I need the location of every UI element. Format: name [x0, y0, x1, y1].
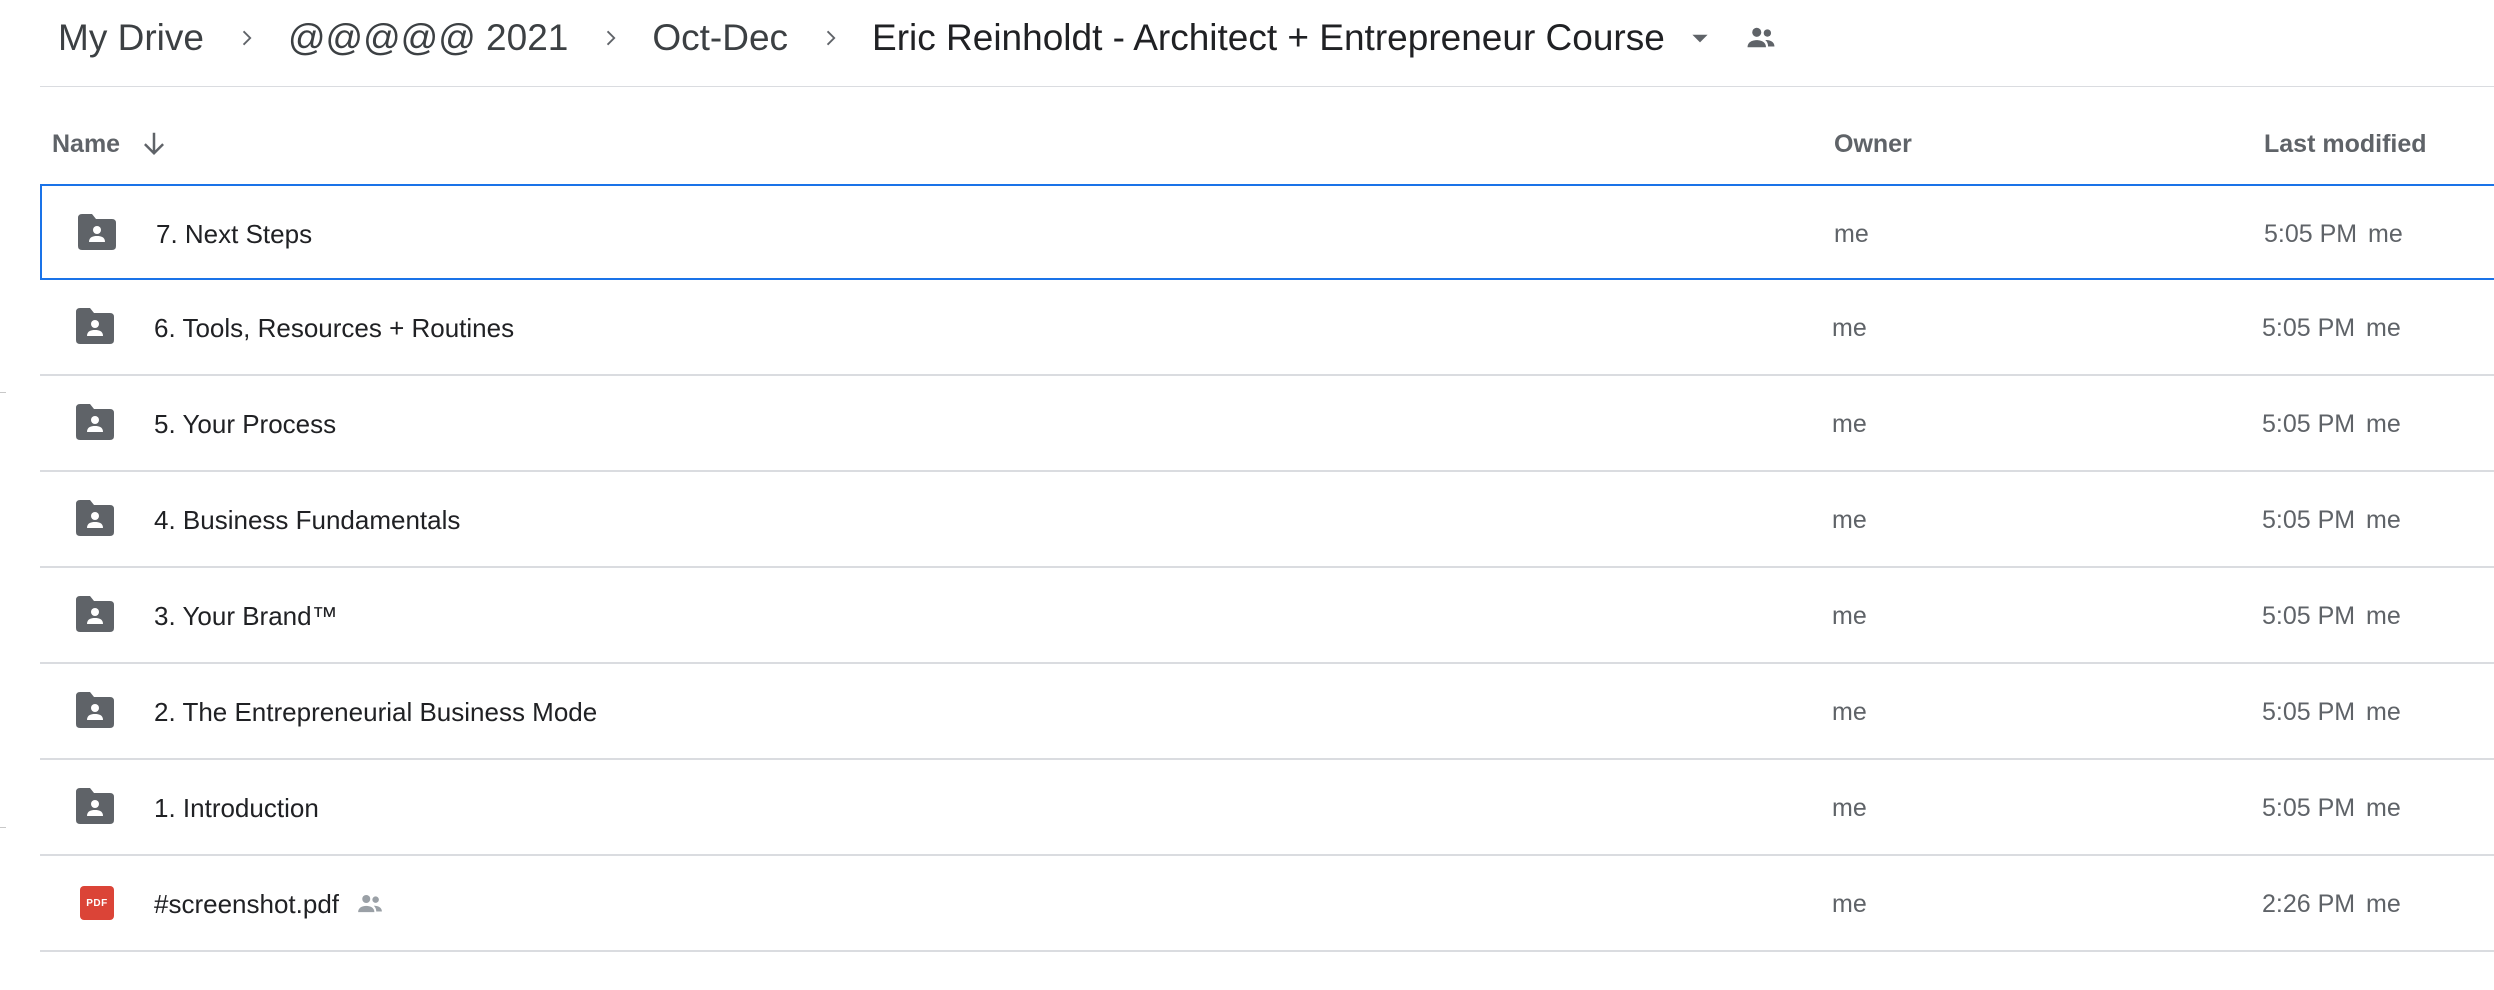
breadcrumb-quarter-folder[interactable]: Oct-Dec: [652, 8, 788, 68]
file-modified-by: me: [2366, 410, 2401, 438]
shared-folder-icon: [74, 500, 116, 536]
file-owner: me: [1834, 220, 1869, 248]
file-last-modified: 5:05 PM: [2262, 410, 2356, 438]
file-last-modified: 5:05 PM: [2262, 506, 2356, 534]
shared-folder-icon: [74, 788, 116, 824]
file-owner: me: [1832, 794, 1867, 822]
file-modified-by: me: [2366, 602, 2401, 630]
file-row-your-brand[interactable]: 3. Your Brand™ me 5:05 PM me: [40, 568, 2494, 664]
file-name: 5. Your Process: [154, 409, 337, 439]
file-row-introduction[interactable]: 1. Introduction me 5:05 PM me: [40, 760, 2494, 856]
file-owner: me: [1832, 506, 1867, 534]
arrow-down-icon[interactable]: [134, 124, 174, 164]
file-row-screenshot-pdf[interactable]: PDF #screenshot.pdf me 2:26 PM me: [40, 856, 2494, 952]
file-row-tools-resources[interactable]: 6. Tools, Resources + Routines me 5:05 P…: [40, 280, 2494, 376]
breadcrumb-my-drive[interactable]: My Drive: [58, 8, 204, 68]
breadcrumb: My Drive @@@@@ 2021 Oct-Dec Eric Reinhol…: [58, 8, 1789, 68]
file-name: 4. Business Fundamentals: [154, 505, 461, 535]
file-modified-by: me: [2366, 698, 2401, 726]
file-modified-by: me: [2366, 314, 2401, 342]
header-divider: [40, 86, 2494, 87]
drive-folder-view: My Drive @@@@@ 2021 Oct-Dec Eric Reinhol…: [0, 0, 2494, 990]
file-row-business-fundamentals[interactable]: 4. Business Fundamentals me 5:05 PM me: [40, 472, 2494, 568]
column-header-name[interactable]: Name: [52, 110, 174, 178]
file-owner: me: [1832, 602, 1867, 630]
file-modified-by: me: [2366, 506, 2401, 534]
column-header-owner[interactable]: Owner: [1834, 110, 1912, 178]
chevron-right-icon: [204, 8, 288, 68]
pdf-file-icon: PDF: [80, 886, 114, 920]
shared-folder-icon: [74, 692, 116, 728]
edge-mark: [0, 392, 6, 393]
file-last-modified: 5:05 PM: [2262, 314, 2356, 342]
file-name-container: #screenshot.pdf: [154, 856, 387, 952]
people-icon: [1733, 8, 1789, 68]
file-row-next-steps[interactable]: 7. Next Steps me 5:05 PM me: [40, 184, 2494, 280]
shared-folder-icon: [76, 214, 118, 250]
people-icon: [353, 887, 387, 921]
file-last-modified: 5:05 PM: [2262, 602, 2356, 630]
file-last-modified: 2:26 PM: [2262, 890, 2356, 918]
file-name: 1. Introduction: [154, 793, 319, 823]
file-owner: me: [1832, 410, 1867, 438]
file-list: 7. Next Steps me 5:05 PM me 6. Tools, Re…: [40, 184, 2494, 952]
caret-down-icon[interactable]: [1673, 8, 1727, 68]
shared-folder-icon: [74, 596, 116, 632]
breadcrumb-current-folder[interactable]: Eric Reinholdt - Architect + Entrepreneu…: [872, 8, 1665, 68]
file-last-modified: 5:05 PM: [2264, 220, 2358, 248]
edge-mark: [0, 827, 6, 828]
file-modified-by: me: [2366, 890, 2401, 918]
file-name: #screenshot.pdf: [154, 889, 340, 919]
file-name: 3. Your Brand™: [154, 601, 338, 631]
file-modified-by: me: [2368, 220, 2403, 248]
file-modified-by: me: [2366, 794, 2401, 822]
file-name: 7. Next Steps: [156, 219, 313, 249]
file-row-your-process[interactable]: 5. Your Process me 5:05 PM me: [40, 376, 2494, 472]
column-header-row: Name Owner Last modified: [40, 110, 2494, 178]
file-last-modified: 5:05 PM: [2262, 698, 2356, 726]
chevron-right-icon: [788, 8, 872, 68]
shared-folder-icon: [74, 308, 116, 344]
column-header-name-label: Name: [52, 130, 121, 158]
file-row-entrepreneurial-business-mode[interactable]: 2. The Entrepreneurial Business Mode me …: [40, 664, 2494, 760]
breadcrumb-year-folder[interactable]: @@@@@ 2021: [288, 8, 568, 68]
file-name: 2. The Entrepreneurial Business Mode: [154, 697, 598, 727]
file-name: 6. Tools, Resources + Routines: [154, 313, 515, 343]
column-header-last-modified[interactable]: Last modified: [2264, 110, 2427, 178]
file-last-modified: 5:05 PM: [2262, 794, 2356, 822]
file-owner: me: [1832, 890, 1867, 918]
chevron-right-icon: [568, 8, 652, 68]
file-owner: me: [1832, 698, 1867, 726]
shared-folder-icon: [74, 404, 116, 440]
file-owner: me: [1832, 314, 1867, 342]
